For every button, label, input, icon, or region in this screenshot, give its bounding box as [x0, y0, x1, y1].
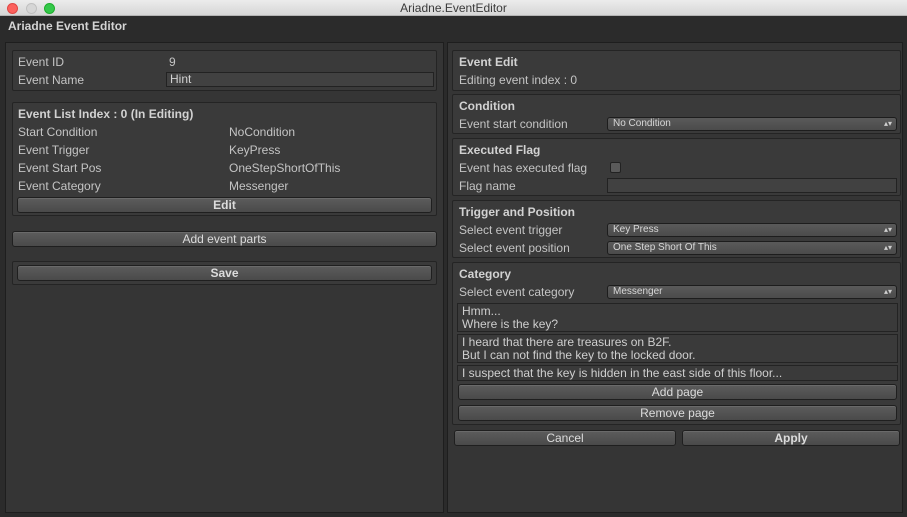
message-page-3-line-1: I suspect that the key is hidden in the … [462, 366, 783, 380]
category-selected-value: Messenger [613, 286, 663, 297]
remove-page-button[interactable]: Remove page [458, 405, 897, 421]
executed-flag-header: Executed Flag [459, 143, 541, 157]
cancel-button[interactable]: Cancel [454, 430, 676, 446]
left-panel: Event ID 9 Event Name Hint Event List In… [5, 42, 444, 513]
edit-button[interactable]: Edit [17, 197, 432, 213]
start-condition-label: Start Condition [18, 125, 98, 139]
editing-index-label: Editing event index : 0 [459, 73, 578, 87]
executed-flag-checkbox[interactable] [610, 162, 621, 173]
event-edit-box: Event Edit Editing event index : 0 [452, 50, 901, 91]
message-page-1-line-2: Where is the key? [462, 317, 559, 331]
trigger-select[interactable]: Key Press ▴▾ [607, 223, 897, 237]
event-list-box: Event List Index : 0 (In Editing) Start … [12, 102, 437, 216]
event-name-input[interactable]: Hint [166, 72, 434, 87]
start-condition-value: NoCondition [229, 125, 296, 139]
editor-title: Ariadne Event Editor [8, 19, 127, 33]
dropdown-arrows-icon: ▴▾ [883, 243, 892, 252]
message-page-1[interactable]: Hmm... Where is the key? [457, 303, 898, 332]
flag-name-input[interactable] [607, 178, 897, 193]
save-box: Save [12, 261, 437, 285]
right-panel: Event Edit Editing event index : 0 Condi… [447, 42, 903, 513]
message-page-3[interactable]: I suspect that the key is hidden in the … [457, 365, 898, 381]
executed-flag-label: Event has executed flag [459, 161, 588, 175]
start-condition-select[interactable]: No Condition ▴▾ [607, 117, 897, 131]
event-start-pos-value: OneStepShortOfThis [229, 161, 341, 175]
event-trigger-value: KeyPress [229, 143, 281, 157]
category-select-label: Select event category [459, 285, 575, 299]
add-event-parts-button[interactable]: Add event parts [12, 231, 437, 247]
window-title: Ariadne.EventEditor [400, 1, 507, 15]
event-list-header: Event List Index : 0 (In Editing) [18, 107, 194, 121]
category-header: Category [459, 267, 512, 281]
executed-flag-box: Executed Flag Event has executed flag Fl… [452, 138, 901, 196]
condition-box: Condition Event start condition No Condi… [452, 94, 901, 134]
category-box: Category Select event category Messenger… [452, 262, 901, 425]
trigger-select-label: Select event trigger [459, 223, 563, 237]
event-category-value: Messenger [229, 179, 289, 193]
save-button[interactable]: Save [17, 265, 432, 281]
apply-button[interactable]: Apply [682, 430, 900, 446]
message-page-2[interactable]: I heard that there are treasures on B2F.… [457, 334, 898, 363]
position-selected-value: One Step Short Of This [613, 242, 717, 253]
dropdown-arrows-icon: ▴▾ [883, 119, 892, 128]
start-condition-select-label: Event start condition [459, 117, 568, 131]
trigger-position-header: Trigger and Position [459, 205, 576, 219]
event-trigger-label: Event Trigger [18, 143, 90, 157]
flag-name-label: Flag name [459, 179, 516, 193]
event-name-label: Event Name [18, 73, 85, 87]
event-id-value: 9 [169, 55, 176, 69]
event-start-pos-label: Event Start Pos [18, 161, 102, 175]
trigger-selected-value: Key Press [613, 224, 659, 235]
event-identity-box: Event ID 9 Event Name Hint [12, 50, 437, 91]
start-condition-selected-value: No Condition [613, 118, 671, 129]
dropdown-arrows-icon: ▴▾ [883, 225, 892, 234]
event-category-label: Event Category [18, 179, 101, 193]
event-id-label: Event ID [18, 55, 65, 69]
trigger-position-box: Trigger and Position Select event trigge… [452, 200, 901, 258]
add-page-button[interactable]: Add page [458, 384, 897, 400]
event-edit-header: Event Edit [459, 55, 518, 69]
condition-header: Condition [459, 99, 515, 113]
category-select[interactable]: Messenger ▴▾ [607, 285, 897, 299]
position-select[interactable]: One Step Short Of This ▴▾ [607, 241, 897, 255]
window-titlebar: Ariadne.EventEditor [0, 0, 907, 16]
message-page-2-line-2: But I can not find the key to the locked… [462, 348, 696, 362]
dropdown-arrows-icon: ▴▾ [883, 287, 892, 296]
position-select-label: Select event position [459, 241, 570, 255]
